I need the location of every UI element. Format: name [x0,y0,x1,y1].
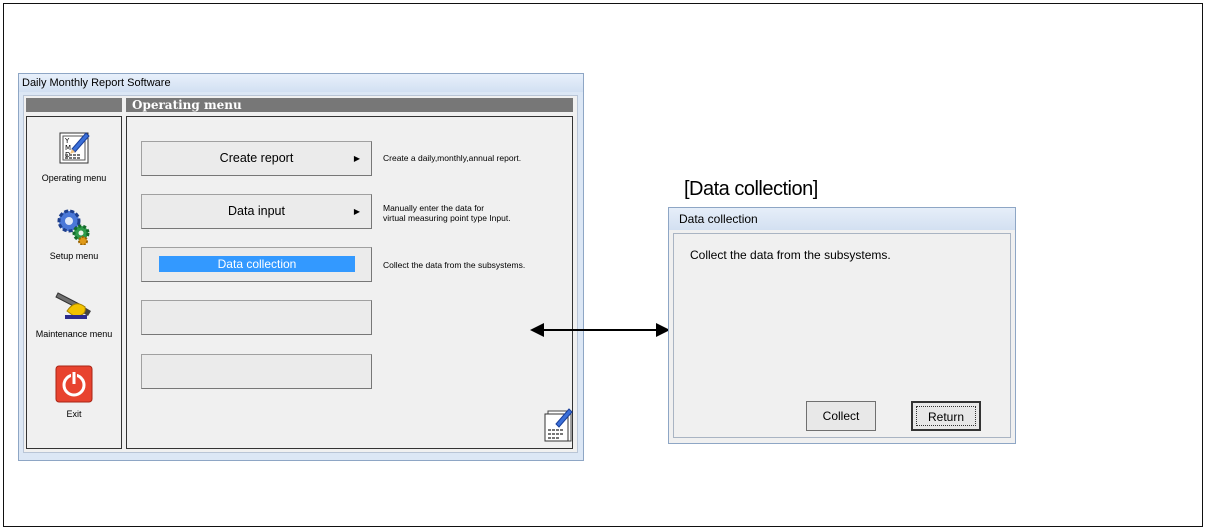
sidebar-item-operating-menu[interactable]: Y M D Operating menu [27,129,121,183]
main-window: Daily Monthly Report Software Operating … [18,73,584,461]
sidebar-item-maintenance-menu[interactable]: Maintenance menu [27,285,121,339]
collect-button[interactable]: Collect [806,401,876,431]
data-collection-description: Collect the data from the subsystems. [383,260,526,270]
sidebar-item-label: Maintenance menu [35,329,113,339]
sidebar-item-label: Exit [66,409,82,419]
focus-rect [916,406,976,426]
dialog-message: Collect the data from the subsystems. [690,248,891,262]
dialog-body: Collect the data from the subsystems. Co… [673,233,1011,438]
window-title: Daily Monthly Report Software [19,74,583,92]
sidebar-item-label: Setup menu [49,251,99,261]
submenu-arrow-icon: ▶ [353,154,360,163]
sidebar-item-exit[interactable]: Exit [27,365,121,419]
submenu-arrow-icon: ▶ [353,207,360,216]
menu-panel: Create report ▶ Create a daily,monthly,a… [126,116,573,449]
gears-icon [55,207,93,246]
return-button[interactable]: Return [911,401,981,431]
window-client: Operating menu Y M D [23,95,578,453]
power-icon [55,365,93,403]
data-collection-label: Data collection [159,256,355,272]
data-input-button[interactable]: Data input ▶ [141,194,372,229]
create-report-label: Create report [219,151,294,165]
sidebar-item-setup-menu[interactable]: Setup menu [27,207,121,261]
sidebar-item-label: Operating menu [41,173,107,183]
data-collection-dialog: Data collection Collect the data from th… [668,207,1016,444]
tools-icon [55,285,93,323]
dialog-caption: [Data collection] [684,178,818,200]
empty-menu-button[interactable] [141,300,372,335]
calendar-report-icon [543,407,573,443]
data-input-description-line: virtual measuring point type Input. [383,213,511,223]
sidebar: Y M D Operating menu [26,116,122,449]
data-input-description-line: Manually enter the data for [383,203,485,213]
dialog-title: Data collection [669,208,1015,230]
create-report-button[interactable]: Create report ▶ [141,141,372,176]
empty-menu-button[interactable] [141,354,372,389]
page-title: Operating menu [126,98,573,112]
create-report-description: Create a daily,monthly,annual report. [383,153,522,163]
data-input-description: Manually enter the data for virtual meas… [383,203,511,223]
collect-label: Collect [822,409,860,423]
data-input-label: Data input [228,204,285,218]
data-collection-button[interactable]: Data collection [141,247,372,282]
double-arrow-icon [530,323,670,337]
calendar-report-icon: Y M D [55,129,93,167]
sidebar-header [26,98,122,112]
